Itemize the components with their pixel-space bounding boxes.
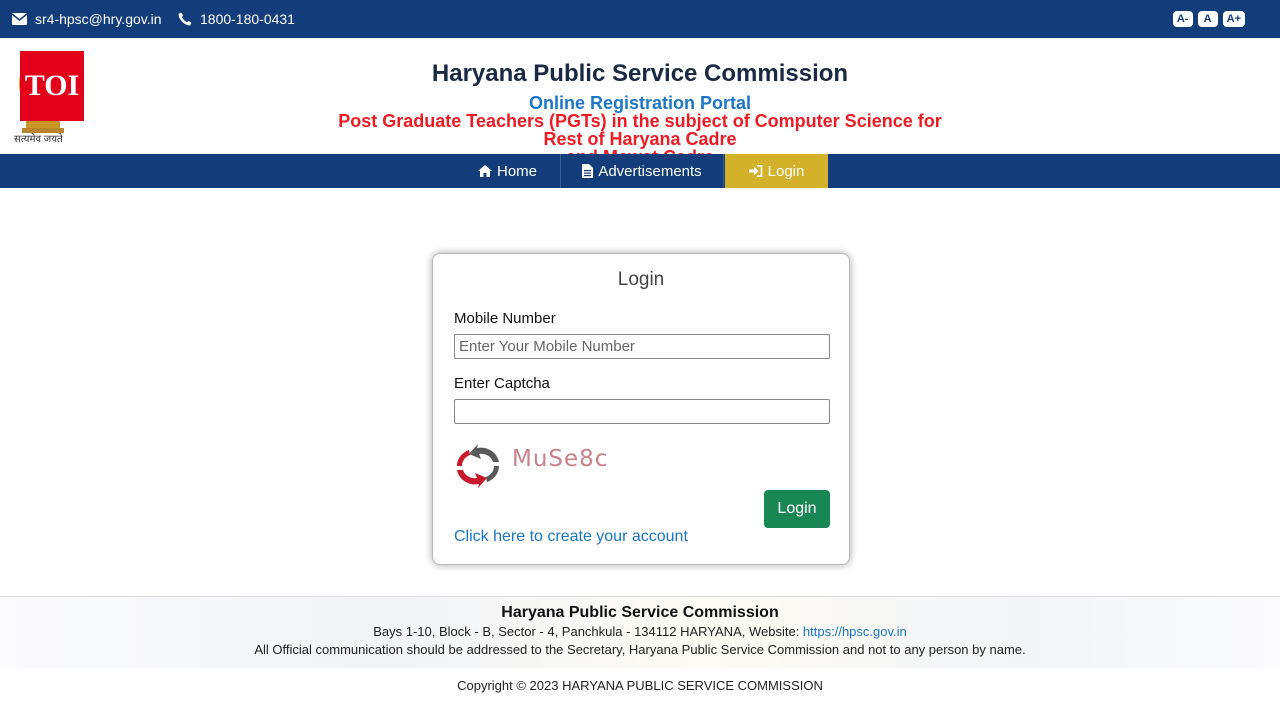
emblem-caption: सत्यमेव जयते: [14, 134, 63, 145]
main-nav: Home Advertisements Login: [0, 154, 1280, 188]
captcha-image-text: MuSe8c: [512, 446, 609, 472]
contact-email[interactable]: sr4-hpsc@hry.gov.in: [12, 11, 162, 27]
create-account-link[interactable]: Click here to create your account: [454, 528, 688, 546]
font-reset-button[interactable]: A: [1197, 11, 1218, 27]
font-decrease-button[interactable]: A-: [1172, 11, 1193, 27]
post-title-line-1: Post Graduate Teachers (PGTs) in the sub…: [338, 111, 942, 149]
website-link[interactable]: https://hpsc.gov.in: [803, 624, 907, 639]
mobile-number-input[interactable]: [454, 334, 830, 359]
footer-address-text: Bays 1-10, Block - B, Sector - 4, Panchk…: [373, 624, 803, 639]
captcha-input[interactable]: [454, 399, 830, 424]
top-bar: sr4-hpsc@hry.gov.in 1800-180-0431 A- A A…: [0, 0, 1280, 38]
nav-advertisements[interactable]: Advertisements: [560, 154, 724, 188]
captcha-area: MuSe8c: [453, 444, 623, 488]
login-title: Login: [617, 269, 665, 290]
sign-in-icon: [748, 165, 762, 177]
nav-login[interactable]: Login: [725, 154, 828, 188]
envelope-icon: [12, 13, 27, 25]
page-title: Haryana Public Service Commission: [431, 60, 849, 87]
copyright: Copyright © 2023 HARYANA PUBLIC SERVICE …: [457, 678, 823, 693]
phone-text: 1800-180-0431: [200, 11, 295, 27]
login-card: Login Mobile Number Enter Captcha MuSe8c…: [432, 253, 850, 565]
font-size-controls: A- A A+: [1172, 11, 1245, 27]
font-increase-button[interactable]: A+: [1222, 11, 1245, 27]
document-icon: [582, 164, 594, 178]
nav-home-label: Home: [496, 162, 537, 180]
footer-address: Bays 1-10, Block - B, Sector - 4, Panchk…: [0, 624, 1280, 639]
refresh-captcha-icon[interactable]: [453, 444, 503, 488]
login-submit-button[interactable]: Login: [764, 490, 830, 528]
captcha-label: Enter Captcha: [454, 375, 550, 392]
nav-advertisements-label: Advertisements: [598, 162, 702, 180]
nav-home[interactable]: Home: [456, 154, 559, 188]
mobile-label: Mobile Number: [454, 310, 556, 327]
home-icon: [477, 165, 492, 177]
site-header: TOI सत्यमेव जयते Haryana Public Service …: [0, 38, 1280, 166]
footer-title: Haryana Public Service Commission: [501, 604, 779, 621]
contact-phone[interactable]: 1800-180-0431: [178, 11, 295, 27]
nav-login-label: Login: [767, 162, 805, 180]
footer: Haryana Public Service Commission Bays 1…: [0, 596, 1280, 668]
email-text: sr4-hpsc@hry.gov.in: [35, 11, 162, 27]
footer-note: All Official communication should be add…: [254, 642, 1026, 657]
phone-icon: [178, 12, 192, 26]
